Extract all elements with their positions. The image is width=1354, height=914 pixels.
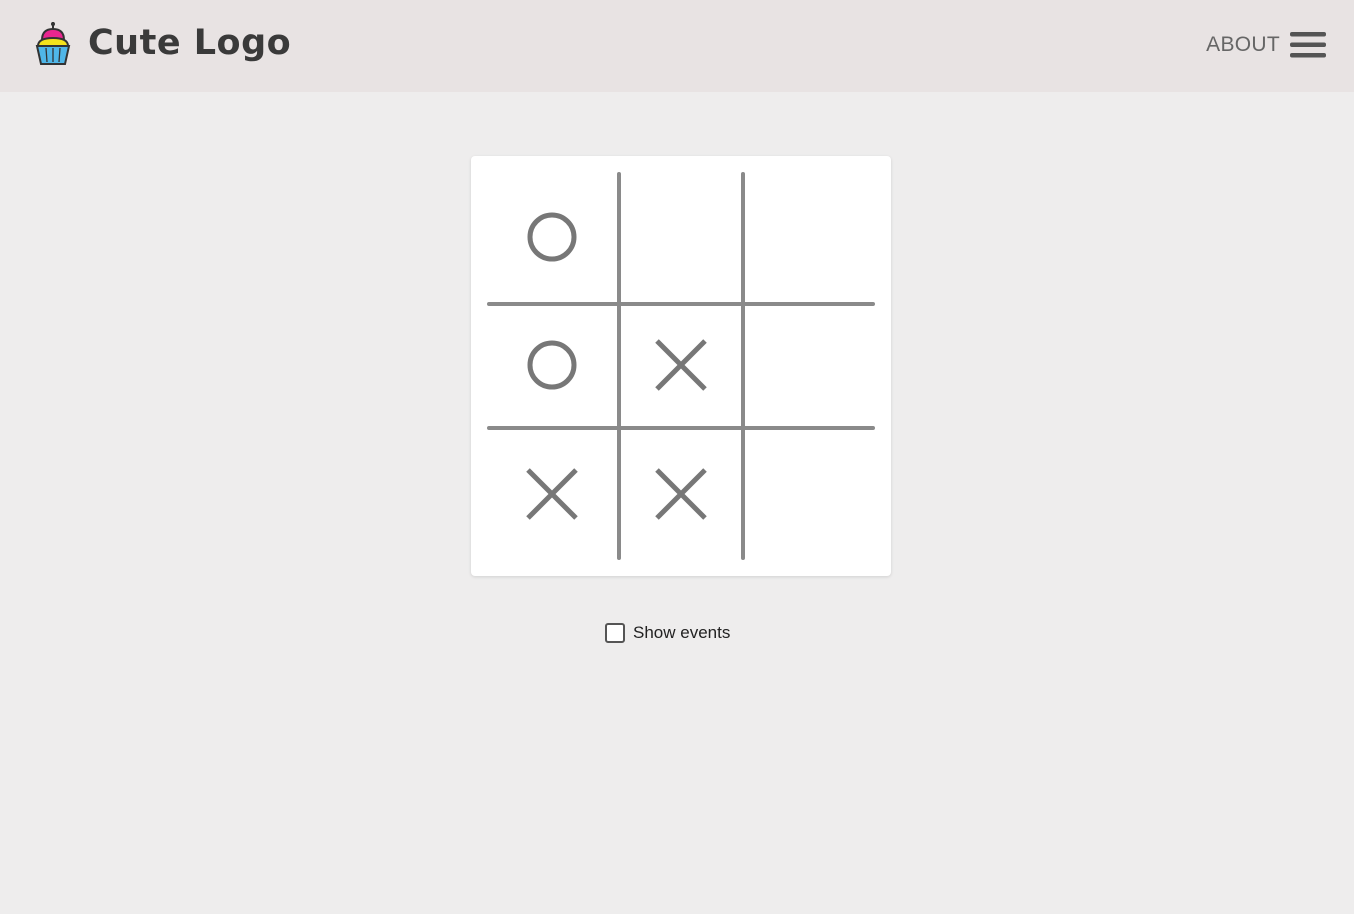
tic-tac-toe-board <box>471 156 891 576</box>
o-mark-icon <box>527 340 577 390</box>
board-cell[interactable] <box>749 305 869 425</box>
board-cell[interactable] <box>621 434 741 554</box>
x-mark-icon <box>526 468 578 520</box>
x-mark-icon <box>655 468 707 520</box>
board-cell[interactable] <box>492 305 612 425</box>
show-events-label: Show events <box>633 623 731 642</box>
board-cell[interactable] <box>749 434 869 554</box>
about-menu-button[interactable]: ABOUT <box>1206 30 1326 60</box>
top-header: Cute Logo ABOUT <box>0 0 1354 92</box>
logo-text: Cute Logo <box>88 23 292 63</box>
show-events-toggle[interactable]: Show events <box>605 623 730 643</box>
board-cell[interactable] <box>492 177 612 297</box>
board-cell[interactable] <box>621 177 741 297</box>
hamburger-menu-icon[interactable] <box>1290 30 1326 60</box>
logo-link[interactable]: Cute Logo <box>34 20 291 66</box>
board-cell[interactable] <box>621 305 741 425</box>
board-cell[interactable] <box>492 434 612 554</box>
board-cell[interactable] <box>749 177 869 297</box>
show-events-checkbox[interactable] <box>605 623 625 643</box>
about-label: ABOUT <box>1206 33 1280 56</box>
cupcake-icon <box>35 22 71 65</box>
x-mark-icon <box>655 339 707 391</box>
o-mark-icon <box>527 212 577 262</box>
